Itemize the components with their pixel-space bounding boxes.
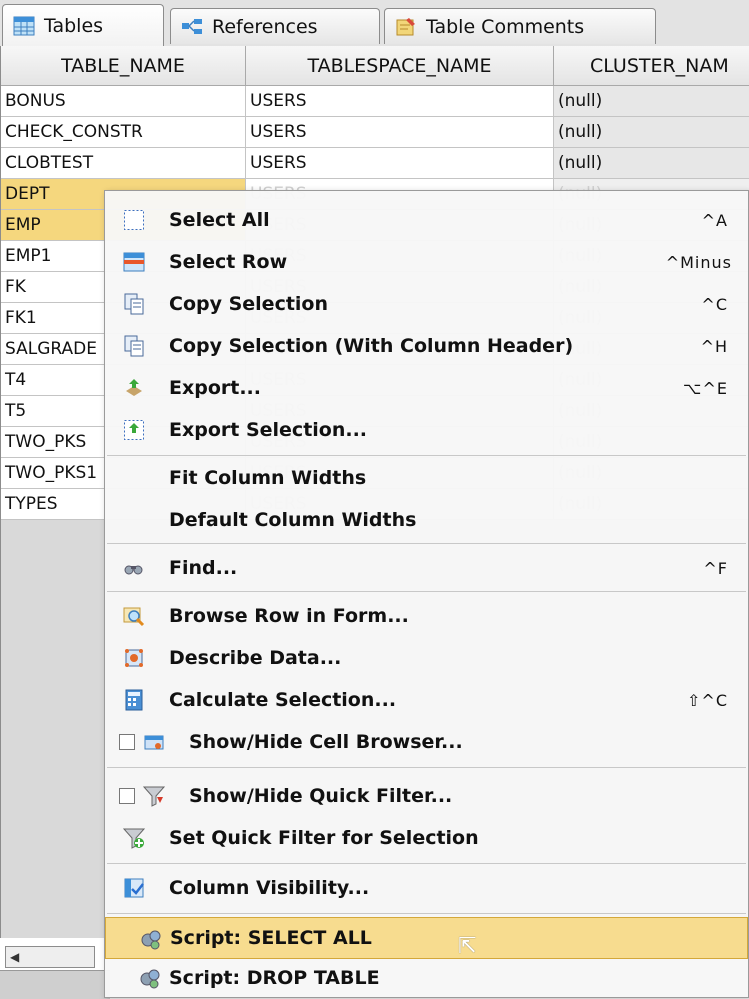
horizontal-scrollbar[interactable]: ◀ (5, 946, 95, 968)
menu-item-describe-data[interactable]: Describe Data... (105, 637, 748, 679)
menu-item-select-all[interactable]: Select All ^A (105, 199, 748, 241)
filter-add-icon (123, 828, 145, 849)
references-icon (182, 18, 202, 34)
cell-browser-icon (144, 735, 164, 750)
menu-item-browse-row-in-form[interactable]: Browse Row in Form... (105, 595, 748, 637)
menu-separator (107, 543, 746, 544)
filter-icon (143, 786, 165, 807)
select-all-icon (124, 210, 144, 230)
menu-item-script-select-all[interactable]: Script: SELECT ALL (105, 917, 748, 959)
shortcut: ^Minus (665, 252, 732, 272)
tab-table-comments[interactable]: Table Comments (384, 8, 656, 44)
checkbox[interactable] (119, 734, 135, 750)
mouse-cursor-icon: ⇱ (458, 934, 477, 959)
menu-item-copy-selection-with-header[interactable]: Copy Selection (With Column Header) ^H (105, 325, 748, 367)
column-header-table-name[interactable]: TABLE_NAME (1, 46, 246, 86)
copy-icon (124, 335, 144, 357)
menu-item-find[interactable]: Find... ^F (105, 547, 748, 589)
checkbox[interactable] (119, 788, 135, 804)
magnifier-icon (123, 607, 145, 627)
cell-tablespace-name[interactable]: USERS (246, 86, 554, 117)
cell-table-name[interactable]: BONUS (1, 86, 246, 117)
script-icon (140, 969, 160, 989)
menu-separator (107, 767, 746, 768)
shortcut: ^H (700, 336, 728, 356)
shortcut: ^A (701, 210, 728, 230)
menu-item-script-drop-table[interactable]: Script: DROP TABLE (105, 957, 748, 999)
table-row[interactable]: CHECK_CONSTR USERS (null) (1, 117, 749, 148)
menu-item-calculate-selection[interactable]: Calculate Selection... ⇧^C (105, 679, 748, 721)
cell-tablespace-name[interactable]: USERS (246, 117, 554, 148)
menu-item-column-visibility[interactable]: Column Visibility... (105, 867, 748, 909)
tab-references-label: References (212, 15, 318, 38)
export-selection-icon (124, 420, 144, 440)
status-bar (0, 970, 110, 999)
shortcut: ^C (701, 294, 728, 314)
tab-references[interactable]: References (170, 8, 380, 44)
column-visibility-icon (124, 878, 144, 898)
cell-cluster-name[interactable]: (null) (554, 86, 749, 117)
copy-icon (124, 293, 144, 315)
menu-item-export-selection[interactable]: Export Selection... (105, 409, 748, 451)
table-icon (13, 16, 35, 35)
tab-tables-label: Tables (44, 14, 104, 37)
menu-separator (107, 455, 746, 456)
menu-item-default-column-widths[interactable]: Default Column Widths (105, 499, 748, 541)
menu-separator (107, 863, 746, 864)
shortcut: ⇧^C (687, 690, 728, 710)
menu-item-set-quick-filter[interactable]: Set Quick Filter for Selection (105, 817, 748, 859)
shortcut: ^F (703, 558, 728, 578)
cell-table-name[interactable]: CLOBTEST (1, 148, 246, 179)
describe-icon (125, 649, 143, 667)
menu-item-copy-selection[interactable]: Copy Selection ^C (105, 283, 748, 325)
cell-table-name[interactable]: CHECK_CONSTR (1, 117, 246, 148)
cell-cluster-name[interactable]: (null) (554, 117, 749, 148)
table-row[interactable]: BONUS USERS (null) (1, 86, 749, 117)
menu-item-show-hide-cell-browser[interactable]: Show/Hide Cell Browser... (105, 721, 748, 763)
calculator-icon (125, 689, 143, 711)
export-icon (126, 379, 142, 396)
menu-item-fit-column-widths[interactable]: Fit Column Widths (105, 457, 748, 499)
cell-cluster-name[interactable]: (null) (554, 148, 749, 179)
comment-icon (396, 17, 415, 35)
menu-separator (107, 591, 746, 592)
tab-tables[interactable]: Tables (2, 4, 164, 46)
column-header-cluster-name[interactable]: CLUSTER_NAM (554, 46, 749, 86)
context-menu: Select All ^A Select Row ^Minus Copy Sel… (104, 190, 749, 998)
table-row[interactable]: CLOBTEST USERS (null) (1, 148, 749, 179)
menu-item-show-hide-quick-filter[interactable]: Show/Hide Quick Filter... (105, 775, 748, 817)
binoculars-icon (124, 565, 143, 575)
select-row-icon (123, 252, 145, 272)
tab-strip: Tables References Table Comments (0, 0, 749, 46)
menu-separator (107, 913, 746, 914)
cell-tablespace-name[interactable]: USERS (246, 148, 554, 179)
shortcut: ⌥^E (683, 378, 728, 398)
scroll-left-arrow-icon[interactable]: ◀ (10, 950, 19, 964)
column-header-tablespace-name[interactable]: TABLESPACE_NAME (246, 46, 554, 86)
menu-item-export[interactable]: Export... ⌥^E (105, 367, 748, 409)
menu-item-select-row[interactable]: Select Row ^Minus (105, 241, 748, 283)
script-icon (141, 930, 161, 950)
tab-table-comments-label: Table Comments (426, 15, 585, 38)
